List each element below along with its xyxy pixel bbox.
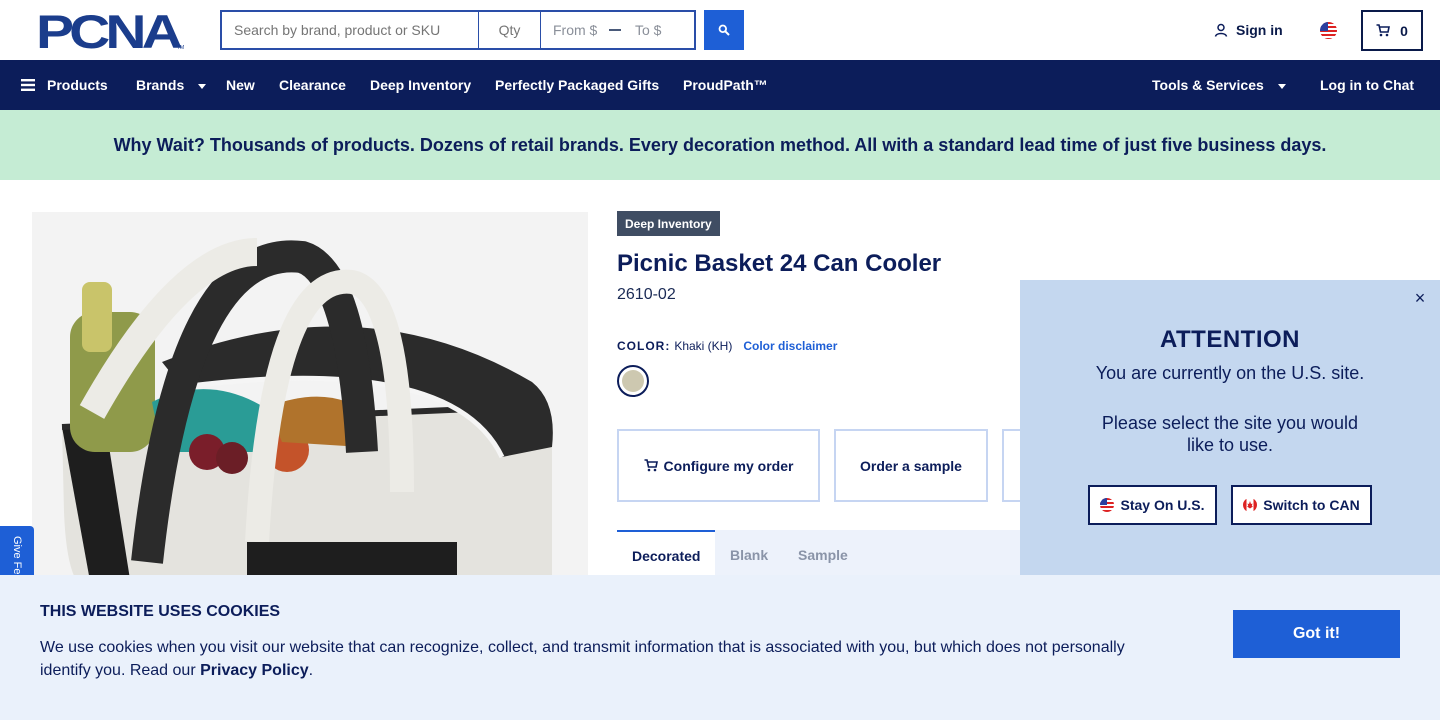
nav-products-label: Products [47, 77, 108, 93]
nav-brands[interactable]: Brands [136, 60, 207, 110]
cookie-banner: THIS WEBSITE USES COOKIES We use cookies… [0, 575, 1440, 720]
tab-blank[interactable]: Blank [730, 530, 768, 580]
cart-icon [644, 459, 658, 472]
svg-text:TM: TM [177, 45, 184, 50]
order-sample-button[interactable]: Order a sample [834, 429, 988, 502]
search-input[interactable] [220, 10, 478, 50]
deep-inventory-badge: Deep Inventory [617, 211, 720, 236]
nav-gifts-label: Perfectly Packaged Gifts [495, 77, 660, 93]
configure-order-button[interactable]: Configure my order [617, 429, 820, 502]
nav-login-chat[interactable]: Log in to Chat [1320, 60, 1414, 110]
tab-sample-label: Sample [798, 547, 848, 563]
close-icon[interactable]: × [1410, 288, 1430, 308]
nav-deep-inventory[interactable]: Deep Inventory [370, 60, 471, 110]
product-image[interactable] [32, 212, 588, 592]
nav-clearance[interactable]: Clearance [279, 60, 346, 110]
user-icon [1214, 23, 1228, 37]
cart-icon [1376, 24, 1391, 37]
nav-deep-inventory-label: Deep Inventory [370, 77, 472, 93]
picnic-basket-image [32, 212, 588, 592]
cookie-title: THIS WEBSITE USES COOKIES [40, 603, 281, 620]
main-nav: Products Brands New Clearance Deep Inven… [0, 60, 1440, 110]
stay-us-label: Stay On U.S. [1120, 497, 1205, 513]
nav-new[interactable]: New [226, 60, 255, 110]
sign-in-link[interactable]: Sign in [1214, 22, 1283, 38]
color-label: COLOR: [617, 339, 671, 353]
site-header: PCNA TM From $ To $ Sign in [0, 0, 1440, 60]
give-feedback-tab[interactable]: Give Feedback [0, 526, 34, 582]
modal-select-text: Please select the site you would like to… [1101, 413, 1359, 455]
swatch-fill [622, 370, 644, 392]
cookie-period: . [308, 662, 314, 679]
got-it-label: Got it! [1292, 625, 1341, 642]
tab-decorated-label: Decorated [632, 548, 701, 564]
canada-flag-icon [1243, 498, 1258, 512]
caret-down-icon [198, 83, 207, 89]
modal-title: ATTENTION [1159, 326, 1301, 353]
nav-proudpath[interactable]: ProudPath™ [683, 60, 768, 110]
promo-banner: Why Wait? Thousands of products. Dozens … [0, 110, 1440, 180]
nav-brands-label: Brands [136, 77, 185, 93]
search-group: From $ To $ [220, 10, 744, 50]
order-sample-label: Order a sample [860, 457, 962, 474]
cart-button[interactable]: 0 [1361, 10, 1423, 51]
us-flag-icon[interactable] [1320, 22, 1337, 39]
us-flag-icon [1100, 498, 1115, 512]
color-disclaimer-link[interactable]: Color disclaimer [743, 339, 837, 353]
privacy-policy-link[interactable]: Privacy Policy [200, 662, 309, 679]
cookie-text: We use cookies when you visit our websit… [40, 636, 1150, 682]
tab-decorated[interactable]: Decorated [617, 530, 715, 580]
badge-label: Deep Inventory [625, 216, 712, 231]
switch-can-button[interactable]: Switch to CAN [1231, 485, 1372, 525]
search-icon [718, 24, 730, 36]
got-it-button[interactable]: Got it! [1233, 610, 1400, 658]
nav-tools-services[interactable]: Tools & Services [1152, 60, 1286, 110]
color-row: COLOR: Khaki (KH) Color disclaimer [617, 339, 837, 353]
pcna-logo[interactable]: PCNA TM [36, 12, 184, 50]
modal-current-site-text: You are currently on the U.S. site. [1095, 363, 1365, 383]
sign-in-label: Sign in [1236, 22, 1283, 38]
nav-clearance-label: Clearance [279, 77, 346, 93]
site-selection-modal: × ATTENTION You are currently on the U.S… [1020, 280, 1440, 580]
switch-can-label: Switch to CAN [1263, 497, 1360, 513]
product-title: Picnic Basket 24 Can Cooler [617, 250, 942, 277]
svg-text:PCNA: PCNA [36, 12, 182, 50]
nav-chat-label: Log in to Chat [1320, 77, 1415, 93]
price-range[interactable]: From $ To $ [540, 10, 696, 50]
configure-order-label: Configure my order [663, 457, 794, 474]
qty-input[interactable] [478, 10, 540, 50]
price-to-field[interactable]: To $ [635, 22, 661, 38]
nav-perfectly-packaged-gifts[interactable]: Perfectly Packaged Gifts [495, 60, 659, 110]
product-sku: 2610-02 [617, 286, 676, 303]
color-value: Khaki (KH) [674, 339, 733, 353]
color-swatch-khaki[interactable] [617, 365, 649, 397]
promo-text: Why Wait? Thousands of products. Dozens … [113, 134, 1327, 155]
search-button[interactable] [704, 10, 744, 50]
tab-sample[interactable]: Sample [798, 530, 848, 580]
stay-us-button[interactable]: Stay On U.S. [1088, 485, 1217, 525]
price-from-field[interactable]: From $ [553, 22, 609, 38]
caret-down-icon [1277, 83, 1286, 89]
pricing-tabs: Decorated Blank Sample [617, 530, 1020, 580]
nav-products[interactable]: Products [21, 60, 108, 110]
nav-proudpath-label: ProudPath™ [683, 77, 768, 93]
nav-new-label: New [226, 77, 255, 93]
tab-blank-label: Blank [730, 547, 769, 563]
cart-count: 0 [1400, 22, 1408, 39]
range-dash [609, 29, 621, 31]
hamburger-icon [21, 79, 35, 91]
nav-tools-label: Tools & Services [1152, 77, 1264, 93]
